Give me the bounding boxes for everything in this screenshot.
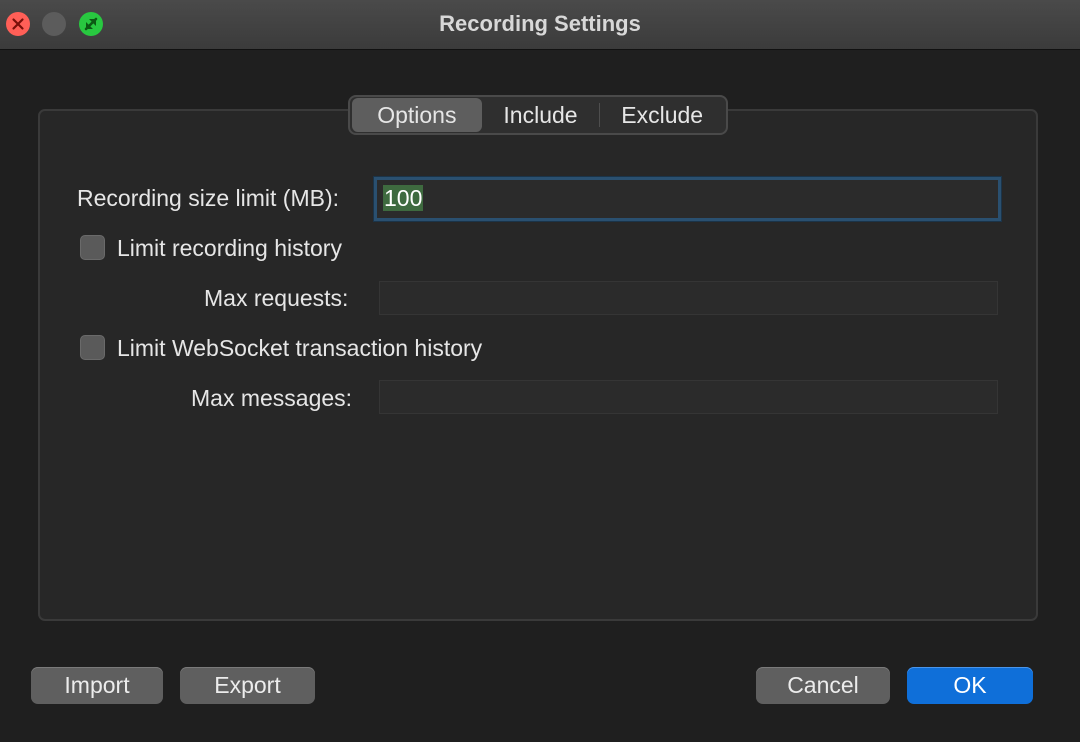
- max-requests-input[interactable]: [379, 281, 998, 315]
- limit-websocket-checkbox[interactable]: [80, 335, 105, 360]
- cancel-button[interactable]: Cancel: [756, 667, 890, 704]
- limit-history-checkbox[interactable]: [80, 235, 105, 260]
- tab-bar: Options Include Exclude: [348, 95, 728, 135]
- size-limit-label: Recording size limit (MB):: [77, 185, 339, 211]
- size-limit-value: 100: [383, 185, 424, 211]
- tab-options[interactable]: Options: [352, 98, 482, 132]
- limit-websocket-label[interactable]: Limit WebSocket transaction history: [117, 335, 482, 362]
- import-button[interactable]: Import: [31, 667, 163, 704]
- window-title: Recording Settings: [439, 11, 641, 36]
- tab-include[interactable]: Include: [482, 98, 600, 132]
- size-limit-input[interactable]: 100: [374, 177, 1001, 221]
- recording-settings-window: Recording Settings Options Include Exclu…: [0, 0, 1080, 742]
- max-messages-label: Max messages:: [191, 385, 353, 411]
- ok-button[interactable]: OK: [907, 667, 1033, 704]
- limit-history-label[interactable]: Limit recording history: [117, 235, 342, 262]
- tab-exclude[interactable]: Exclude: [600, 98, 724, 132]
- max-requests-label: Max requests:: [204, 285, 349, 311]
- export-button[interactable]: Export: [180, 667, 315, 704]
- title-bar: Recording Settings: [0, 0, 1080, 50]
- max-messages-input[interactable]: [379, 380, 998, 414]
